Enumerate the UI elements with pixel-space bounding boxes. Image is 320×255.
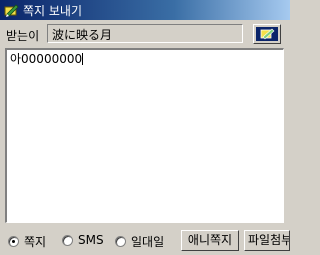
note-pencil-icon <box>3 2 19 18</box>
window-title: 쪽지 보내기 <box>23 3 83 18</box>
attach-file-button[interactable]: 파일첨부 <box>244 230 290 251</box>
message-text: 아00000000 <box>10 52 83 66</box>
address-book-icon <box>256 27 278 41</box>
recipient-label: 받는이 <box>6 29 40 43</box>
radio-one-on-one[interactable]: 일대일 <box>115 233 164 250</box>
bottom-controls: 쪽지 SMS 일대일 애니쪽지 파일첨부 <box>0 229 290 251</box>
radio-note[interactable]: 쪽지 <box>8 233 46 250</box>
radio-indicator <box>115 236 126 247</box>
recipient-field[interactable]: 波に映る月 <box>47 24 243 43</box>
send-note-window: 쪽지 보내기 받는이 波に映る月 아00000000 쪽지 SMS 일대일 애니… <box>0 0 290 255</box>
radio-sms[interactable]: SMS <box>62 233 104 247</box>
radio-label: 쪽지 <box>24 235 47 249</box>
message-textarea[interactable]: 아00000000 <box>5 48 284 223</box>
radio-indicator <box>8 236 19 247</box>
anime-note-button[interactable]: 애니쪽지 <box>181 230 239 251</box>
radio-indicator <box>62 234 73 246</box>
address-book-button[interactable] <box>253 24 281 44</box>
radio-label: SMS <box>78 233 104 247</box>
text-caret <box>82 53 84 65</box>
radio-label: 일대일 <box>131 235 165 249</box>
title-bar[interactable]: 쪽지 보내기 <box>0 0 290 20</box>
